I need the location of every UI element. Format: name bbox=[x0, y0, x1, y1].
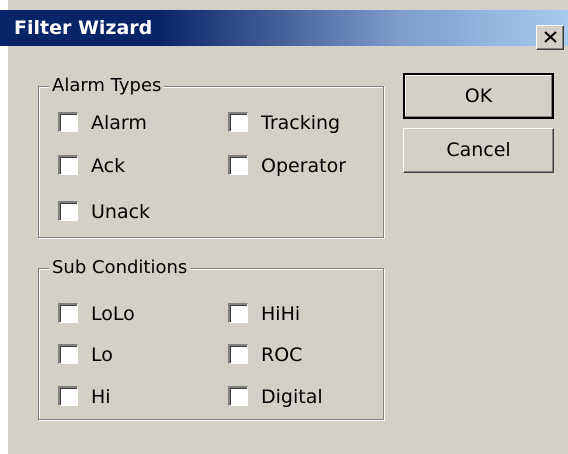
checkbox-label: Unack bbox=[91, 201, 151, 223]
cancel-button[interactable]: Cancel bbox=[403, 128, 554, 173]
checkbox-label: HiHi bbox=[261, 303, 301, 325]
close-x-icon bbox=[544, 31, 557, 43]
alarm-types-legend: Alarm Types bbox=[49, 74, 165, 98]
checkbox-box[interactable] bbox=[228, 155, 248, 175]
checkbox-label: Alarm bbox=[91, 112, 147, 134]
checkbox-label: ROC bbox=[261, 344, 303, 366]
checkbox-box[interactable] bbox=[58, 344, 78, 364]
sub-conditions-legend: Sub Conditions bbox=[49, 256, 191, 280]
checkbox-label: LoLo bbox=[91, 303, 135, 325]
checkbox-box[interactable] bbox=[58, 112, 78, 132]
window-title: Filter Wizard bbox=[14, 17, 153, 39]
sub-conditions-group: Sub Conditions LoLo HiHi Lo ROC Hi Digit… bbox=[38, 256, 384, 420]
checkbox-box[interactable] bbox=[58, 386, 78, 406]
checkbox-label: Ack bbox=[91, 155, 126, 177]
close-button[interactable] bbox=[536, 25, 564, 50]
checkbox-label: Tracking bbox=[261, 112, 341, 134]
checkbox-box[interactable] bbox=[58, 303, 78, 323]
checkbox-label: Digital bbox=[261, 386, 323, 408]
checkbox-box[interactable] bbox=[228, 344, 248, 364]
checkbox-label: Operator bbox=[261, 155, 347, 177]
checkbox-label: Lo bbox=[91, 344, 113, 366]
checkbox-box[interactable] bbox=[228, 303, 248, 323]
checkbox-box[interactable] bbox=[228, 112, 248, 132]
checkbox-label: Hi bbox=[91, 386, 111, 408]
ok-button[interactable]: OK bbox=[403, 73, 554, 119]
checkbox-box[interactable] bbox=[58, 155, 78, 175]
filter-wizard-dialog: Filter Wizard Alarm Types Alarm Tracking… bbox=[0, 0, 568, 454]
checkbox-box[interactable] bbox=[228, 386, 248, 406]
alarm-types-group: Alarm Types Alarm Tracking Ack Operator … bbox=[38, 74, 384, 238]
window-edge bbox=[0, 0, 8, 454]
title-bar[interactable]: Filter Wizard bbox=[0, 10, 568, 50]
checkbox-box[interactable] bbox=[58, 201, 78, 221]
